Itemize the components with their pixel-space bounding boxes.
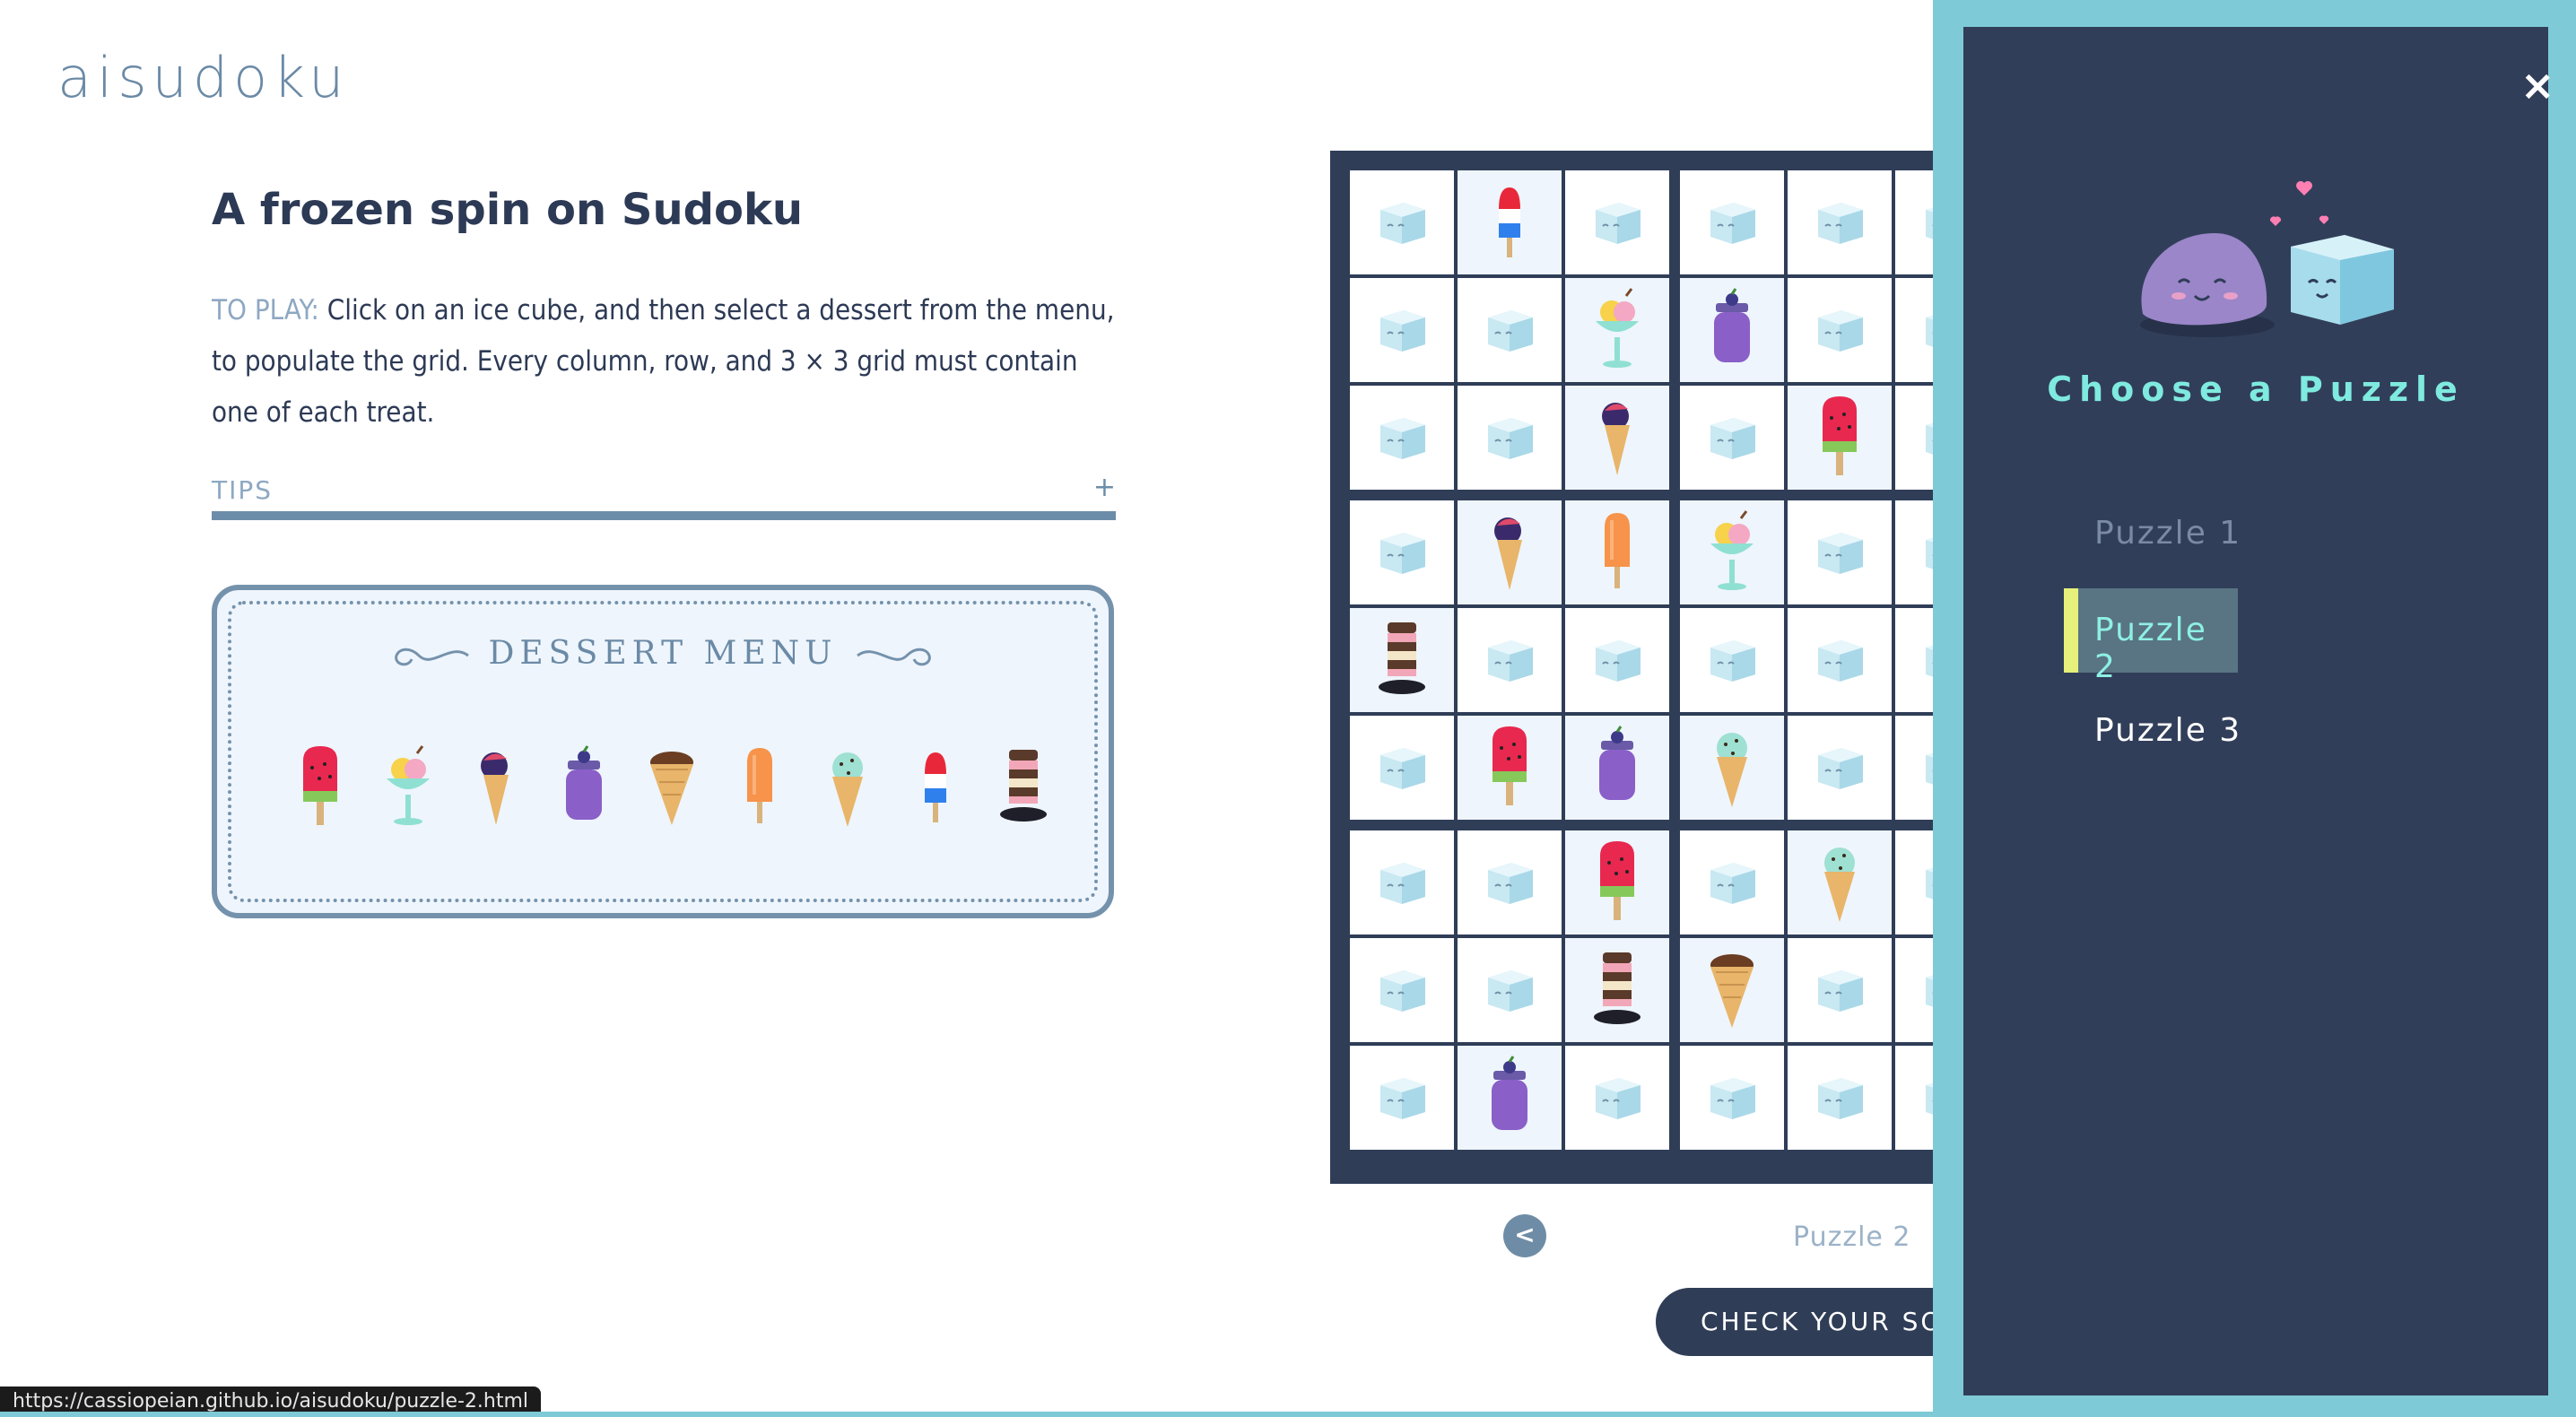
- tips-label: TIPS: [212, 475, 274, 505]
- given-cell-watermelon: [1458, 716, 1562, 820]
- empty-cell-ice-cube[interactable]: [1350, 500, 1454, 604]
- instructions-text: Click on an ice cube, and then select a …: [212, 294, 1115, 429]
- berry-cone-icon[interactable]: [456, 734, 536, 841]
- puzzle-link-2-label: Puzzle 2: [2094, 612, 2207, 685]
- sudoku-board: [1330, 151, 1999, 1184]
- drawer-title: Choose a Puzzle: [2047, 369, 2465, 409]
- mascot-illustration-icon: [2140, 181, 2394, 337]
- page-title: A frozen spin on Sudoku: [212, 185, 804, 235]
- empty-cell-ice-cube[interactable]: [1788, 938, 1892, 1042]
- given-cell-watermelon: [1788, 386, 1892, 490]
- empty-cell-ice-cube[interactable]: [1565, 608, 1669, 712]
- previous-puzzle-button[interactable]: <: [1503, 1214, 1546, 1257]
- current-puzzle-label: Puzzle 2: [1793, 1221, 1911, 1253]
- menu-title: DESSERT MENU: [217, 635, 1109, 674]
- instructions: TO PLAY: Click on an ice cube, and then …: [212, 285, 1118, 439]
- expand-icon[interactable]: +: [1093, 472, 1116, 503]
- chocolate-cone-icon[interactable]: [631, 734, 712, 841]
- empty-cell-ice-cube[interactable]: [1458, 386, 1562, 490]
- given-cell-watermelon: [1565, 830, 1669, 935]
- dessert-menu: DESSERT MENU: [212, 585, 1114, 918]
- given-cell-berry: [1565, 386, 1669, 490]
- empty-cell-ice-cube[interactable]: [1350, 716, 1454, 820]
- empty-cell-ice-cube[interactable]: [1788, 170, 1892, 274]
- empty-cell-ice-cube[interactable]: [1458, 278, 1562, 382]
- puzzle-link-1[interactable]: Puzzle 1: [2094, 515, 2241, 552]
- given-cell-choc: [1680, 938, 1784, 1042]
- empty-cell-ice-cube[interactable]: [1680, 608, 1784, 712]
- empty-cell-ice-cube[interactable]: [1680, 386, 1784, 490]
- empty-cell-ice-cube[interactable]: [1458, 938, 1562, 1042]
- orange-popsicle-icon[interactable]: [719, 734, 800, 841]
- instructions-label: TO PLAY:: [212, 294, 319, 326]
- flourish-right-icon: [857, 648, 931, 666]
- mint-cone-icon[interactable]: [807, 734, 888, 841]
- given-cell-sundae: [1565, 278, 1669, 382]
- puzzle-link-3[interactable]: Puzzle 3: [2094, 712, 2241, 749]
- close-drawer-icon[interactable]: ×: [2520, 61, 2555, 109]
- empty-cell-ice-cube[interactable]: [1350, 278, 1454, 382]
- flourish-left-icon: [395, 648, 469, 666]
- empty-cell-ice-cube[interactable]: [1350, 830, 1454, 935]
- given-cell-stack: [1565, 938, 1669, 1042]
- empty-cell-ice-cube[interactable]: [1788, 500, 1892, 604]
- empty-cell-ice-cube[interactable]: [1350, 170, 1454, 274]
- watermelon-popsicle-icon[interactable]: [280, 734, 361, 841]
- empty-cell-ice-cube[interactable]: [1350, 938, 1454, 1042]
- given-cell-smoothie: [1680, 278, 1784, 382]
- given-cell-berry: [1458, 500, 1562, 604]
- empty-cell-ice-cube[interactable]: [1680, 830, 1784, 935]
- empty-cell-ice-cube[interactable]: [1788, 278, 1892, 382]
- dessert-menu-items: [280, 734, 1064, 841]
- empty-cell-ice-cube[interactable]: [1565, 170, 1669, 274]
- empty-cell-ice-cube[interactable]: [1350, 386, 1454, 490]
- sundae-icon[interactable]: [368, 734, 448, 841]
- puzzle-drawer: [1963, 27, 2548, 1395]
- empty-cell-ice-cube[interactable]: [1350, 1046, 1454, 1150]
- empty-cell-ice-cube[interactable]: [1458, 608, 1562, 712]
- bottom-accent-line: [0, 1412, 2576, 1417]
- active-indicator: [2064, 588, 2078, 673]
- given-cell-sundae: [1680, 500, 1784, 604]
- given-cell-mint: [1788, 830, 1892, 935]
- empty-cell-ice-cube[interactable]: [1458, 830, 1562, 935]
- empty-cell-ice-cube[interactable]: [1788, 1046, 1892, 1150]
- given-cell-rocket: [1458, 170, 1562, 274]
- empty-cell-ice-cube[interactable]: [1680, 170, 1784, 274]
- empty-cell-ice-cube[interactable]: [1565, 1046, 1669, 1150]
- rocket-popsicle-icon[interactable]: [895, 734, 976, 841]
- menu-title-text: DESSERT MENU: [488, 635, 838, 672]
- tips-accordion[interactable]: TIPS +: [212, 472, 1116, 520]
- given-cell-orange: [1565, 500, 1669, 604]
- given-cell-mint: [1680, 716, 1784, 820]
- given-cell-smoothie: [1458, 1046, 1562, 1150]
- smoothie-jar-icon[interactable]: [544, 734, 624, 841]
- site-logo[interactable]: aisudoku: [57, 45, 349, 110]
- puzzle-link-2-active[interactable]: Puzzle 2: [2064, 588, 2238, 685]
- empty-cell-ice-cube[interactable]: [1788, 608, 1892, 712]
- empty-cell-ice-cube[interactable]: [1680, 1046, 1784, 1150]
- given-cell-smoothie: [1565, 716, 1669, 820]
- ice-cream-sandwich-stack-icon[interactable]: [983, 734, 1064, 841]
- given-cell-stack: [1350, 608, 1454, 712]
- empty-cell-ice-cube[interactable]: [1788, 716, 1892, 820]
